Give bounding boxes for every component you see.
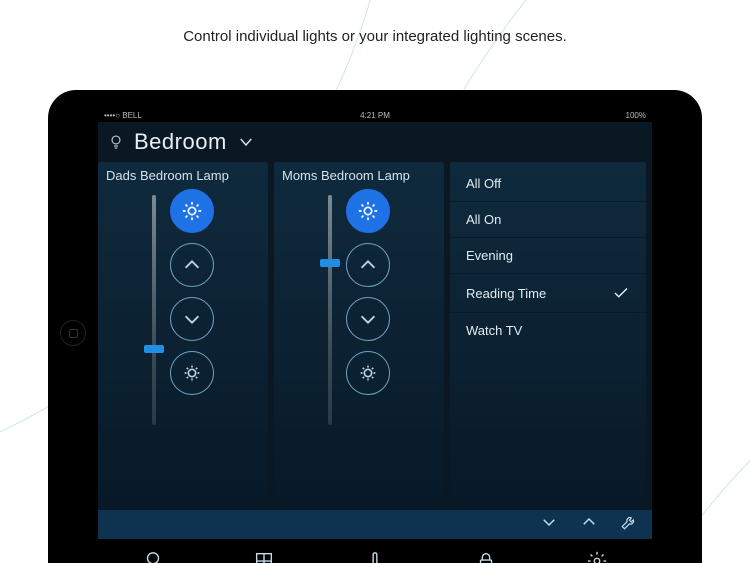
brightness-down-button[interactable] xyxy=(170,297,214,341)
scene-label: All On xyxy=(466,212,501,227)
slider-thumb[interactable] xyxy=(320,259,340,267)
content-area: Dads Bedroom Lamp xyxy=(98,162,652,509)
nav-lights[interactable] xyxy=(141,549,165,563)
status-bar: ••••○ BELL 4:21 PM 100% xyxy=(98,108,652,122)
tablet-frame: ••••○ BELL 4:21 PM 100% Bedroom Dads Bed… xyxy=(48,90,702,563)
light-off-button[interactable] xyxy=(346,351,390,395)
wrench-icon[interactable] xyxy=(620,513,638,536)
brightness-up-button[interactable] xyxy=(170,243,214,287)
scene-row[interactable]: Evening xyxy=(450,238,646,274)
nav-shades[interactable] xyxy=(252,549,276,563)
brightness-slider[interactable] xyxy=(328,195,332,425)
light-on-button[interactable] xyxy=(346,189,390,233)
light-on-button[interactable] xyxy=(170,189,214,233)
scene-row[interactable]: Watch TV xyxy=(450,313,646,348)
room-name: Bedroom xyxy=(134,129,227,155)
app-root: Bedroom Dads Bedroom Lamp xyxy=(98,122,652,563)
scene-row[interactable]: Reading Time xyxy=(450,274,646,313)
room-selector[interactable]: Bedroom xyxy=(98,122,652,162)
scene-row[interactable]: All Off xyxy=(450,166,646,202)
status-time: 4:21 PM xyxy=(98,111,652,120)
nav-settings[interactable] xyxy=(585,549,609,563)
nav-climate[interactable] xyxy=(363,549,387,563)
light-panel: Dads Bedroom Lamp xyxy=(98,162,268,509)
scene-label: Watch TV xyxy=(466,323,522,338)
slider-thumb[interactable] xyxy=(144,345,164,353)
scenes-panel: All Off All On Evening Reading Time Watch TV xyxy=(450,162,646,509)
bottom-nav xyxy=(98,539,652,563)
light-panel: Moms Bedroom Lamp xyxy=(274,162,444,509)
chevron-down-icon xyxy=(237,133,255,151)
brightness-slider[interactable] xyxy=(152,195,156,425)
page-caption: Control individual lights or your integr… xyxy=(0,28,750,45)
lightbulb-icon xyxy=(108,134,124,150)
scenes-footer xyxy=(98,509,652,539)
nav-security[interactable] xyxy=(474,549,498,563)
scene-label: All Off xyxy=(466,176,501,191)
light-name: Dads Bedroom Lamp xyxy=(106,168,229,183)
brightness-up-button[interactable] xyxy=(346,243,390,287)
chevron-up-icon[interactable] xyxy=(580,513,598,536)
brightness-down-button[interactable] xyxy=(346,297,390,341)
tablet-home-button[interactable] xyxy=(60,320,86,346)
scene-row[interactable]: All On xyxy=(450,202,646,238)
light-name: Moms Bedroom Lamp xyxy=(282,168,410,183)
chevron-down-icon[interactable] xyxy=(540,513,558,536)
scene-label: Evening xyxy=(466,248,513,263)
check-icon xyxy=(612,284,630,302)
light-off-button[interactable] xyxy=(170,351,214,395)
tablet-screen: ••••○ BELL 4:21 PM 100% Bedroom Dads Bed… xyxy=(98,108,652,563)
scene-label: Reading Time xyxy=(466,286,546,301)
